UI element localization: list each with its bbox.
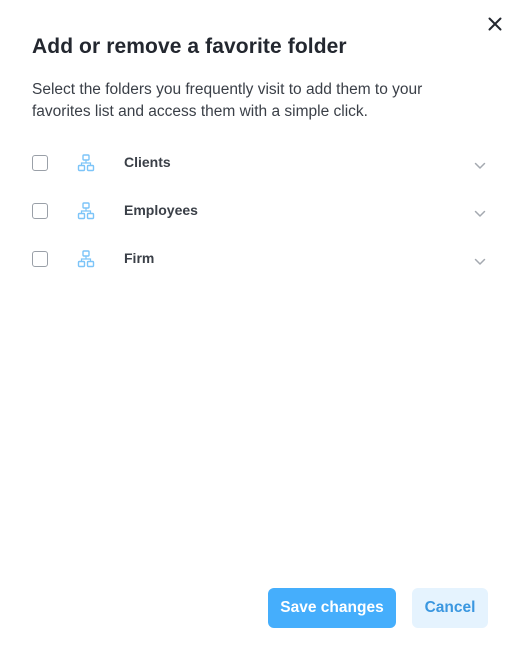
favorite-folders-dialog: Add or remove a favorite folder Select t… [0, 0, 521, 660]
folder-label: Employees [124, 202, 198, 218]
folder-checkbox-employees[interactable] [32, 203, 48, 219]
folder-row-employees[interactable]: Employees [0, 187, 521, 235]
chevron-down-icon[interactable] [473, 255, 487, 269]
folder-label: Clients [124, 154, 171, 170]
chevron-down-icon[interactable] [473, 207, 487, 221]
folder-tree-icon [77, 250, 95, 268]
dialog-title: Add or remove a favorite folder [32, 35, 347, 58]
close-button[interactable] [484, 13, 506, 35]
folder-tree-icon [77, 202, 95, 220]
folder-row-clients[interactable]: Clients [0, 139, 521, 187]
chevron-down-icon[interactable] [473, 159, 487, 173]
folder-label: Firm [124, 250, 155, 266]
folder-checkbox-clients[interactable] [32, 155, 48, 171]
cancel-button[interactable]: Cancel [412, 588, 488, 628]
folder-row-firm[interactable]: Firm [0, 235, 521, 283]
dialog-description: Select the folders you frequently visit … [32, 81, 423, 120]
folder-tree-icon [77, 154, 95, 172]
folder-list: Clients Employees Firm [0, 139, 521, 283]
folder-checkbox-firm[interactable] [32, 251, 48, 267]
close-icon [488, 17, 502, 31]
save-changes-button[interactable]: Save changes [268, 588, 396, 628]
